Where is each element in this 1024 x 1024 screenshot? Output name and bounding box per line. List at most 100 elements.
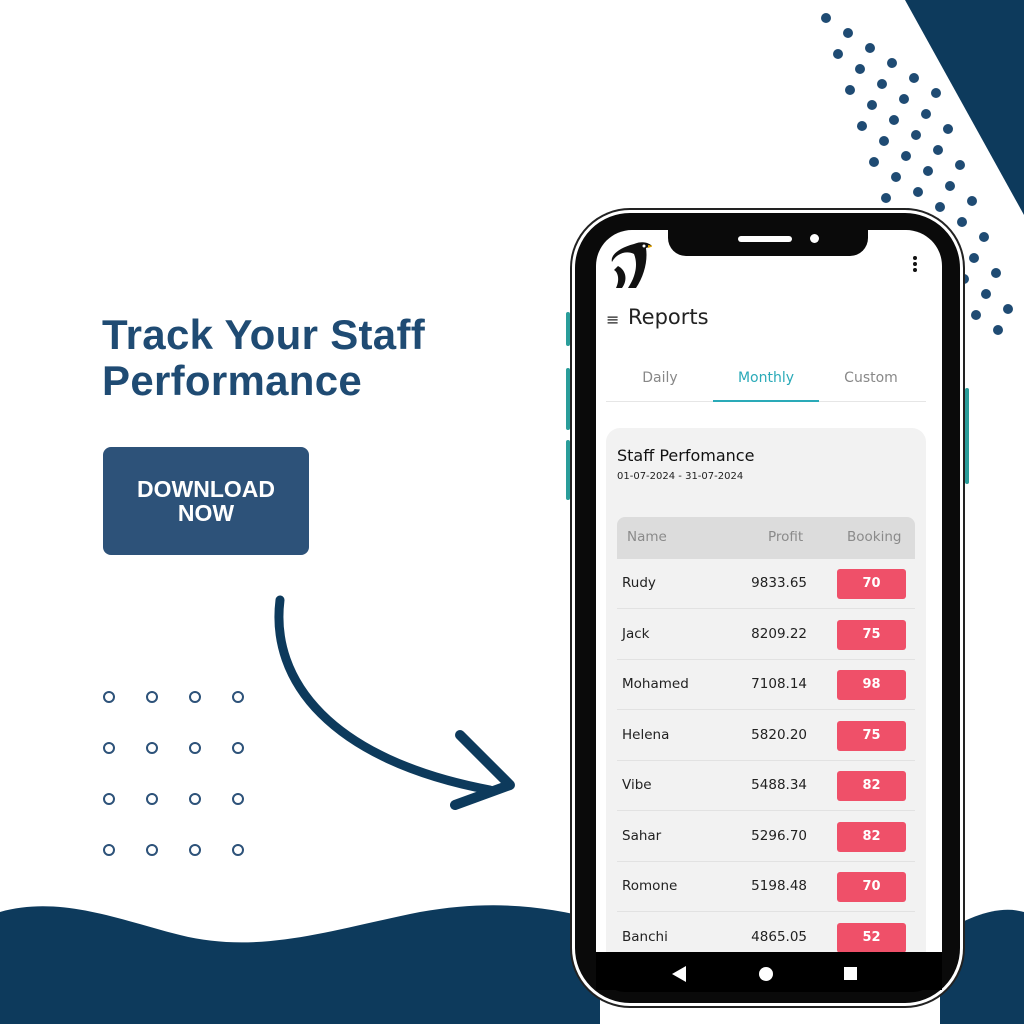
decorative-circle — [232, 742, 244, 754]
decorative-dot — [969, 253, 979, 263]
headline: Track Your Staff Performance — [102, 312, 425, 404]
staff-name: Banchi — [622, 928, 668, 945]
decorative-dot — [869, 157, 879, 167]
decorative-circle — [146, 844, 158, 856]
decorative-circle — [146, 691, 158, 703]
staff-profit: 5820.20 — [751, 726, 807, 743]
back-icon[interactable] — [672, 966, 686, 982]
table-row[interactable]: Sahar 5296.70 82 — [617, 812, 915, 862]
decorative-dot — [843, 28, 853, 38]
decorative-dot — [923, 166, 933, 176]
download-now-button[interactable]: DOWNLOAD NOW — [103, 447, 309, 555]
booking-badge: 82 — [837, 821, 906, 852]
decorative-circle — [146, 742, 158, 754]
table-row[interactable]: Jack 8209.22 75 — [617, 610, 915, 660]
staff-profit: 8209.22 — [751, 625, 807, 642]
cta-line-2: NOW — [177, 500, 235, 526]
decorative-dot — [945, 181, 955, 191]
headline-line-2: Performance — [102, 357, 363, 404]
decorative-circle — [232, 793, 244, 805]
decorative-dot — [855, 64, 865, 74]
staff-name: Sahar — [622, 827, 662, 844]
more-options-icon[interactable] — [913, 256, 917, 272]
camera — [810, 234, 819, 243]
decorative-circle — [103, 691, 115, 703]
table-row[interactable]: Vibe 5488.34 82 — [617, 761, 915, 811]
decorative-dot — [867, 100, 877, 110]
decorative-dot — [931, 88, 941, 98]
corner-triangle — [905, 0, 1024, 215]
booking-badge: 75 — [837, 619, 906, 650]
decorative-dot — [967, 196, 977, 206]
column-profit: Profit — [768, 529, 804, 545]
staff-profit: 5296.70 — [751, 827, 807, 844]
decorative-dot — [901, 151, 911, 161]
staff-profit: 7108.14 — [751, 676, 807, 692]
decorative-dot — [845, 85, 855, 95]
speaker — [738, 236, 792, 242]
decorative-circle — [103, 793, 115, 805]
recents-icon[interactable] — [844, 967, 857, 980]
table-row[interactable]: Mohamed 7108.14 98 — [617, 660, 915, 710]
decorative-dot — [857, 121, 867, 131]
card-title: Staff Perfomance — [617, 446, 755, 465]
page-title: Reports — [628, 305, 709, 329]
tab-daily[interactable]: Daily — [607, 370, 713, 386]
decorative-circle — [232, 844, 244, 856]
decorative-dot — [887, 58, 897, 68]
column-booking: Booking — [847, 529, 902, 545]
booking-badge: 70 — [837, 872, 906, 902]
decorative-dot — [865, 43, 875, 53]
decorative-dot — [881, 193, 891, 203]
android-navbar — [596, 952, 942, 992]
decorative-dot — [971, 310, 981, 320]
date-range: 01-07-2024 - 31-07-2024 — [617, 471, 744, 482]
decorative-circle — [232, 691, 244, 703]
phone-side-button — [566, 312, 570, 346]
decorative-dot — [833, 49, 843, 59]
decorative-dot — [933, 145, 943, 155]
decorative-dot — [879, 136, 889, 146]
staff-profit: 5488.34 — [751, 777, 807, 793]
decorative-dot — [909, 73, 919, 83]
decorative-dot — [1003, 304, 1013, 314]
phone-screen: ≡ Reports Daily Monthly Custom Staff Per… — [596, 230, 942, 990]
phone-notch — [668, 228, 868, 256]
decorative-dot — [899, 94, 909, 104]
tab-custom[interactable]: Custom — [818, 370, 924, 386]
tab-indicator — [713, 400, 819, 402]
home-icon[interactable] — [759, 967, 773, 981]
column-name: Name — [627, 529, 667, 545]
decorative-circle — [189, 793, 201, 805]
booking-badge: 52 — [837, 922, 906, 953]
table-row[interactable]: Rudy 9833.65 70 — [617, 559, 915, 609]
booking-badge: 70 — [837, 569, 906, 599]
table-row[interactable]: Helena 5820.20 75 — [617, 711, 915, 761]
penguin-logo — [611, 242, 652, 288]
decorative-dot — [821, 13, 831, 23]
decorative-dot — [913, 187, 923, 197]
decorative-dot — [935, 202, 945, 212]
decorative-dot — [981, 289, 991, 299]
staff-name: Rudy — [622, 575, 656, 591]
decorative-dot — [891, 172, 901, 182]
table-row[interactable]: Romone 5198.48 70 — [617, 862, 915, 912]
headline-line-1: Track Your Staff — [102, 311, 426, 358]
decorative-circle — [189, 844, 201, 856]
staff-profit: 4865.05 — [751, 928, 807, 945]
decorative-dot — [955, 160, 965, 170]
phone-side-button — [566, 368, 570, 430]
menu-icon[interactable]: ≡ — [606, 310, 619, 329]
booking-badge: 98 — [837, 670, 906, 700]
decorative-circle — [103, 844, 115, 856]
booking-badge: 75 — [837, 720, 906, 751]
decorative-dot — [943, 124, 953, 134]
tab-monthly[interactable]: Monthly — [713, 370, 819, 386]
staff-name: Jack — [622, 625, 650, 642]
decorative-dot — [911, 130, 921, 140]
staff-name: Mohamed — [622, 676, 689, 692]
wave-left — [0, 905, 600, 1024]
decorative-circle — [103, 742, 115, 754]
decorative-dot — [979, 232, 989, 242]
staff-profit: 5198.48 — [751, 878, 807, 894]
